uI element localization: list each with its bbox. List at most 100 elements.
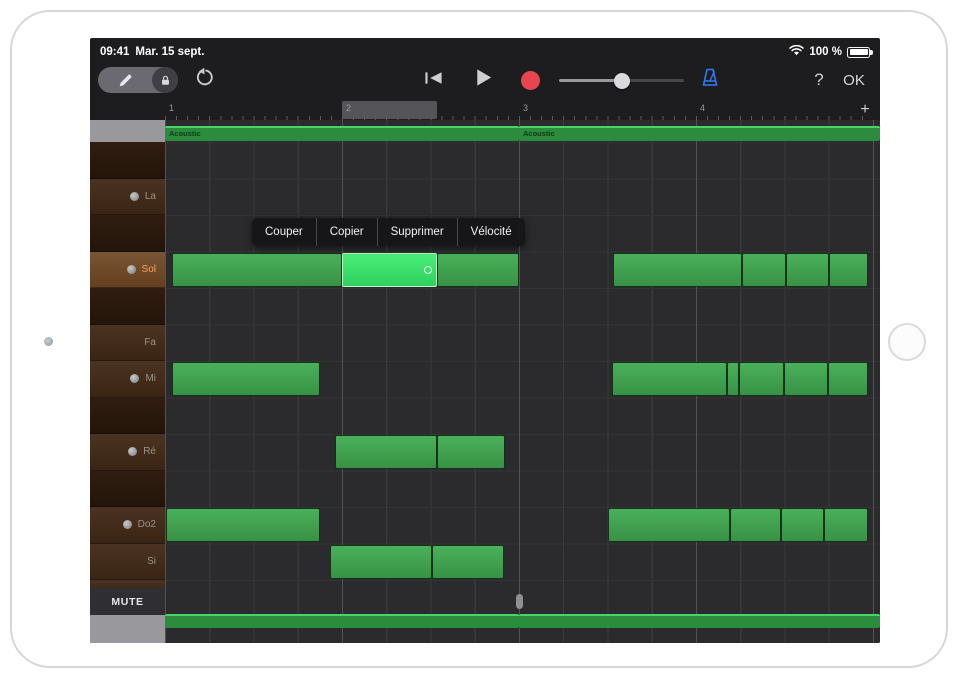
menu-item-cut[interactable]: Couper xyxy=(252,218,316,246)
midi-note-do2[interactable] xyxy=(608,508,730,542)
piano-key-re[interactable]: Ré xyxy=(90,434,165,471)
bar-line xyxy=(165,120,166,643)
add-button[interactable]: + xyxy=(856,100,874,120)
midi-note-re[interactable] xyxy=(437,435,505,469)
garageband-screen: 09:41 Mar. 15 sept. 100 % xyxy=(90,38,880,643)
scroll-handle[interactable] xyxy=(516,594,523,609)
ruler-bar-number: 1 xyxy=(169,103,174,113)
help-button[interactable]: ? xyxy=(806,66,832,94)
edit-tool-button[interactable] xyxy=(98,67,178,93)
midi-note-mi[interactable] xyxy=(172,362,320,396)
midi-note-mi[interactable] xyxy=(784,362,828,396)
region-strip-bottom-2[interactable] xyxy=(519,614,880,628)
midi-note-sol[interactable] xyxy=(437,253,519,287)
piano-key-la-sharp[interactable] xyxy=(90,142,165,179)
midi-note-sol[interactable] xyxy=(786,253,829,287)
midi-note-mi[interactable] xyxy=(612,362,727,396)
piano-key-sol-sharp[interactable] xyxy=(90,215,165,252)
slider-thumb[interactable] xyxy=(614,73,630,89)
play-button[interactable] xyxy=(469,66,497,94)
midi-note-do2[interactable] xyxy=(166,508,320,542)
rewind-button[interactable] xyxy=(420,69,446,91)
midi-note-sol[interactable] xyxy=(613,253,742,287)
midi-note-do2[interactable] xyxy=(781,508,824,542)
region-strip-2[interactable]: Acoustic xyxy=(519,126,880,141)
note-context-menu: CouperCopierSupprimerVélocité xyxy=(252,218,525,246)
play-icon xyxy=(473,67,494,93)
ruler-bar-number: 4 xyxy=(700,103,705,113)
keys-footer-cell xyxy=(90,615,165,643)
piano-key-si[interactable]: Si xyxy=(90,544,165,581)
piano-keys-column: La Sol Fa Mi Ré Do2 Si MUTE xyxy=(90,120,165,643)
undo-icon xyxy=(194,67,215,93)
battery-icon xyxy=(847,47,870,58)
key-label: Sol xyxy=(142,264,156,275)
key-label: Si xyxy=(147,556,156,567)
piano-key-mi[interactable]: Mi xyxy=(90,361,165,398)
key-dot-icon xyxy=(128,447,137,456)
key-label: Mi xyxy=(145,373,156,384)
region-strip-1[interactable]: Acoustic xyxy=(165,126,519,141)
ruler-bar-number: 3 xyxy=(523,103,528,113)
midi-note-mi[interactable] xyxy=(739,362,784,396)
key-label: Do2 xyxy=(138,519,156,530)
volume-slider[interactable] xyxy=(559,71,684,89)
bar-line xyxy=(873,120,874,643)
midi-note-do2[interactable] xyxy=(824,508,868,542)
midi-note-sol[interactable] xyxy=(829,253,868,287)
note-grid[interactable]: Acoustic Acoustic CouperCopierSupprimerV… xyxy=(165,120,880,643)
midi-note-mi[interactable] xyxy=(727,362,739,396)
undo-button[interactable] xyxy=(190,67,218,93)
bar-ruler[interactable]: 1 2 3 4 + xyxy=(165,100,880,120)
menu-item-copy[interactable]: Copier xyxy=(316,218,377,246)
status-bar: 09:41 Mar. 15 sept. 100 % xyxy=(90,38,880,63)
ipad-frame: 09:41 Mar. 15 sept. 100 % xyxy=(10,10,948,668)
battery-nub xyxy=(870,50,873,55)
pencil-icon xyxy=(98,73,152,88)
metronome-icon xyxy=(701,68,719,93)
camera-dot xyxy=(44,337,53,346)
status-date: Mar. 15 sept. xyxy=(135,46,204,58)
slider-track-empty xyxy=(622,79,685,82)
piano-key-partial[interactable] xyxy=(90,580,165,588)
key-label: Fa xyxy=(144,337,156,348)
midi-note-sol[interactable] xyxy=(742,253,786,287)
midi-note-do2[interactable] xyxy=(730,508,781,542)
menu-item-delete[interactable]: Supprimer xyxy=(377,218,457,246)
mute-button[interactable]: MUTE xyxy=(90,588,165,615)
key-dot-icon xyxy=(123,520,132,529)
battery-fill xyxy=(850,49,868,55)
bar-line xyxy=(519,120,520,643)
battery-percent: 100 % xyxy=(809,46,842,58)
region-strip-bottom-1[interactable] xyxy=(165,614,519,628)
midi-note-si[interactable] xyxy=(330,545,432,579)
piano-key-la[interactable]: La xyxy=(90,179,165,216)
piano-key-fa[interactable]: Fa xyxy=(90,325,165,362)
midi-note-sol-selected[interactable] xyxy=(342,253,437,287)
wifi-icon xyxy=(789,45,804,59)
piano-key-re-sharp[interactable] xyxy=(90,398,165,435)
midi-note-sol[interactable] xyxy=(172,253,342,287)
record-icon xyxy=(521,71,540,90)
ok-button[interactable]: OK xyxy=(836,66,872,94)
key-dot-icon xyxy=(130,192,139,201)
record-button[interactable] xyxy=(518,68,542,92)
piano-key-do-sharp[interactable] xyxy=(90,471,165,508)
piano-key-do2[interactable]: Do2 xyxy=(90,507,165,544)
home-button[interactable] xyxy=(888,323,926,361)
menu-item-velocity[interactable]: Vélocité xyxy=(457,218,525,246)
status-left: 09:41 Mar. 15 sept. xyxy=(100,46,204,58)
midi-note-re[interactable] xyxy=(335,435,437,469)
page: 09:41 Mar. 15 sept. 100 % xyxy=(0,0,958,678)
metronome-button[interactable] xyxy=(696,67,724,93)
midi-note-mi[interactable] xyxy=(828,362,868,396)
key-dot-icon xyxy=(127,265,136,274)
lock-icon[interactable] xyxy=(152,67,178,93)
key-dot-icon xyxy=(130,374,139,383)
piano-key-fa-sharp[interactable] xyxy=(90,288,165,325)
ruler-bar-number: 2 xyxy=(346,103,351,113)
midi-note-si[interactable] xyxy=(432,545,504,579)
status-right: 100 % xyxy=(789,45,870,59)
slider-track-filled xyxy=(559,79,622,82)
piano-key-sol[interactable]: Sol xyxy=(90,252,165,289)
